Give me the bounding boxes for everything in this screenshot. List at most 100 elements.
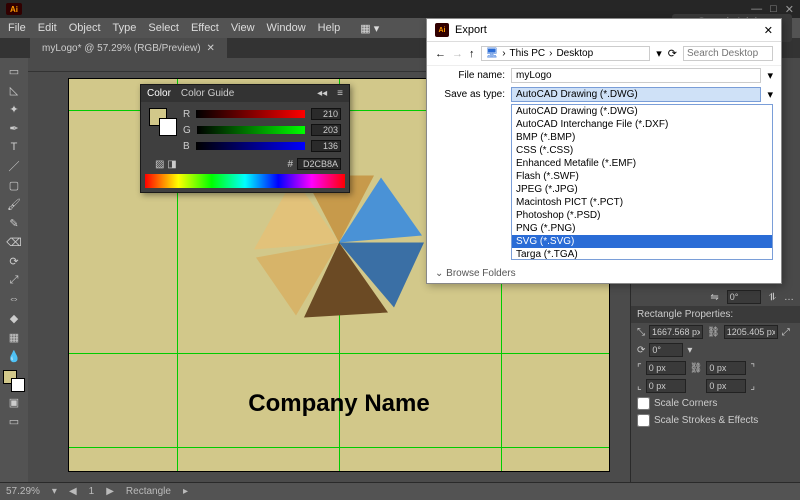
panel-menu-icon[interactable]: ≡ [337, 88, 343, 99]
format-option[interactable]: Photoshop (*.PSD) [512, 209, 772, 222]
nav-fwd-icon[interactable]: → [452, 48, 463, 60]
dialog-search[interactable] [683, 46, 773, 61]
magic-wand-tool[interactable]: ✦ [3, 100, 25, 118]
format-option[interactable]: JPEG (*.JPG) [512, 183, 772, 196]
width-field[interactable] [649, 325, 703, 339]
menu-edit[interactable]: Edit [38, 22, 57, 34]
app-logo: Ai [6, 3, 22, 15]
none-swatch-icon[interactable]: ▨ ◨ [155, 159, 177, 170]
link-icon[interactable]: ⛓ [707, 327, 720, 338]
format-option[interactable]: SVG (*.SVG) [512, 235, 772, 248]
shape-builder-tool[interactable]: ◆ [3, 309, 25, 327]
scale-corners-checkbox[interactable]: Scale Corners [631, 395, 800, 412]
line-tool[interactable]: ／ [3, 157, 25, 175]
scale-tool[interactable]: ⤢ [3, 271, 25, 289]
format-option[interactable]: BMP (*.BMP) [512, 131, 772, 144]
menu-view[interactable]: View [231, 22, 255, 34]
fill-stroke-swatch[interactable] [3, 370, 25, 392]
path-box[interactable]: 🖥 ›This PC›Desktop [481, 46, 651, 61]
corner-bl-icon: ⌞ [637, 381, 642, 392]
gradient-tool[interactable]: ▦ [3, 328, 25, 346]
nav-back-icon[interactable]: ← [435, 48, 446, 60]
corner-tr-icon: ⌝ [750, 363, 755, 374]
r-slider[interactable] [196, 110, 305, 118]
corner-tl-field[interactable] [646, 361, 686, 375]
rotate-tool[interactable]: ⟳ [3, 252, 25, 270]
zoom-level[interactable]: 57.29% [6, 486, 40, 497]
rect-properties-title: Rectangle Properties: [631, 306, 800, 323]
screen-mode-icon[interactable]: ▭ [3, 412, 25, 430]
color-guide-tab[interactable]: Color Guide [181, 88, 234, 99]
savetype-select[interactable]: AutoCAD Drawing (*.DWG) [511, 87, 761, 102]
selection-tool[interactable]: ▭ [3, 62, 25, 80]
nav-up-icon[interactable]: ↑ [469, 48, 475, 60]
savetype-label: Save as type: [435, 89, 505, 100]
r-value[interactable] [311, 108, 341, 120]
format-option[interactable]: CSS (*.CSS) [512, 144, 772, 157]
dialog-close-icon[interactable]: ✕ [764, 24, 773, 37]
height-field[interactable] [724, 325, 778, 339]
next-artboard-icon[interactable]: ▶ [106, 486, 114, 497]
b-slider[interactable] [196, 142, 305, 150]
angle-icon: ⟳ [637, 345, 645, 356]
format-option[interactable]: AutoCAD Drawing (*.DWG) [512, 105, 772, 118]
pen-tool[interactable]: ✒ [3, 119, 25, 137]
page-field[interactable]: 1 [89, 486, 95, 497]
refresh-icon[interactable]: ⟳ [668, 47, 677, 60]
color-panel[interactable]: Color Color Guide ◂◂ ≡ R G B ▨ ◨# [140, 84, 350, 193]
format-option[interactable]: Macintosh PICT (*.PCT) [512, 196, 772, 209]
menu-object[interactable]: Object [69, 22, 101, 34]
flip-h-icon[interactable]: ⇋ [710, 292, 718, 303]
format-option[interactable]: Enhanced Metafile (*.EMF) [512, 157, 772, 170]
menu-select[interactable]: Select [148, 22, 179, 34]
menu-help[interactable]: Help [318, 22, 341, 34]
format-dropdown[interactable]: AutoCAD Drawing (*.DWG)AutoCAD Interchan… [511, 104, 773, 260]
close-tab-icon[interactable]: ✕ [207, 43, 215, 54]
flip-v-icon[interactable]: ⥮ [769, 292, 776, 303]
menu-type[interactable]: Type [113, 22, 137, 34]
angle-field[interactable] [649, 343, 683, 357]
filename-label: File name: [435, 70, 505, 81]
color-panel-tab[interactable]: Color [147, 88, 171, 99]
eyedropper-tool[interactable]: 💧 [3, 347, 25, 365]
filename-field[interactable] [511, 68, 761, 83]
corner-tl-icon: ⌜ [637, 363, 642, 374]
brush-tool[interactable]: 🖌 [3, 195, 25, 213]
format-option[interactable]: AutoCAD Interchange File (*.DXF) [512, 118, 772, 131]
direct-select-tool[interactable]: ◺ [3, 81, 25, 99]
format-option[interactable]: Flash (*.SWF) [512, 170, 772, 183]
rotate-field[interactable] [727, 290, 761, 304]
menu-file[interactable]: File [8, 22, 26, 34]
format-option[interactable]: PNG (*.PNG) [512, 222, 772, 235]
statusbar: 57.29%▾ ◀ 1 ▶ Rectangle▸ [0, 482, 800, 500]
hex-field[interactable] [297, 158, 341, 170]
g-value[interactable] [311, 124, 341, 136]
type-tool[interactable]: T [3, 138, 25, 156]
g-slider[interactable] [197, 126, 305, 134]
corner-br-field[interactable] [706, 379, 746, 393]
pencil-tool[interactable]: ✎ [3, 214, 25, 232]
corner-tr-field[interactable] [706, 361, 746, 375]
rectangle-tool[interactable]: ▢ [3, 176, 25, 194]
color-mode-icon[interactable]: ▣ [3, 393, 25, 411]
width-tool[interactable]: ⇔ [3, 290, 25, 308]
menu-search-icon[interactable]: ▦ ▾ [360, 22, 379, 35]
panel-fill-stroke[interactable] [149, 108, 177, 136]
spectrum-bar[interactable] [145, 174, 345, 188]
export-dialog: Ai Export ✕ ← → ↑ 🖥 ›This PC›Desktop ▾ ⟳… [426, 18, 782, 284]
corner-bl-field[interactable] [646, 379, 686, 393]
menu-effect[interactable]: Effect [191, 22, 219, 34]
prev-artboard-icon[interactable]: ◀ [69, 486, 77, 497]
link-corners-icon[interactable]: ⛓ [690, 363, 703, 374]
browse-folders-toggle[interactable]: ⌄ Browse Folders [435, 268, 516, 279]
panel-collapse-icon[interactable]: ◂◂ [317, 88, 327, 99]
document-tab[interactable]: myLogo* @ 57.29% (RGB/Preview) ✕ [30, 38, 227, 58]
panel-menu-icon[interactable]: … [784, 292, 794, 303]
format-option[interactable]: Targa (*.TGA) [512, 248, 772, 260]
dialog-title: Export [455, 24, 487, 36]
b-value[interactable] [311, 140, 341, 152]
eraser-tool[interactable]: ⌫ [3, 233, 25, 251]
company-name-text[interactable]: Company Name [248, 390, 429, 418]
menu-window[interactable]: Window [267, 22, 306, 34]
scale-strokes-checkbox[interactable]: Scale Strokes & Effects [631, 412, 800, 429]
